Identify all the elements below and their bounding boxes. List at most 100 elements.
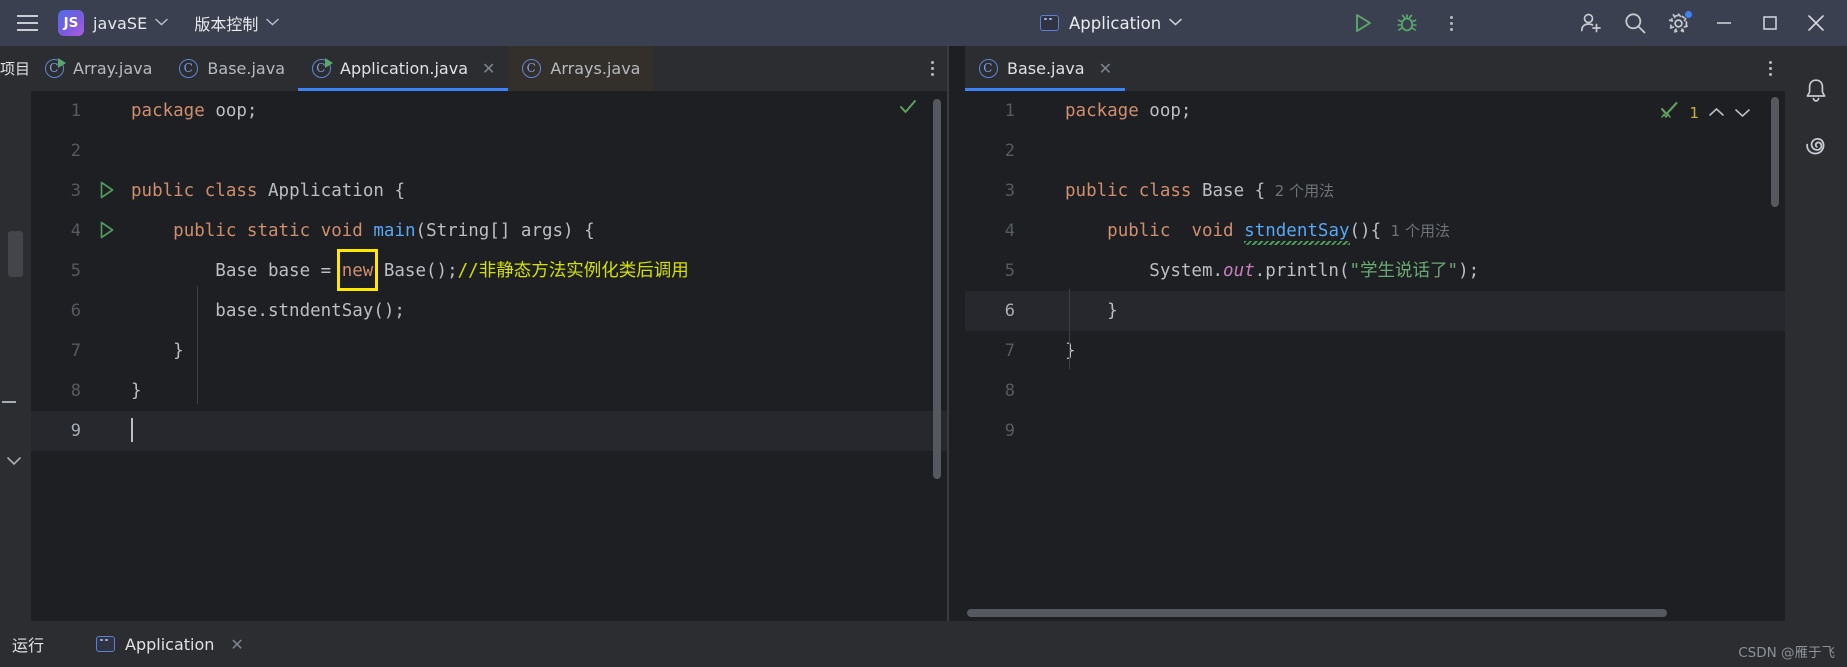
chevron-up-icon[interactable] (1708, 103, 1725, 122)
gutter-cell (91, 171, 125, 211)
maximize-button[interactable] (1747, 0, 1793, 46)
run-configuration-selector[interactable]: Application (1040, 0, 1183, 46)
code-token: main (373, 221, 416, 241)
editor-tab-application-java[interactable]: C Application.java ✕ (298, 46, 509, 91)
line-number: 6 (1004, 301, 1015, 321)
code-token: stndentSay (1244, 221, 1350, 241)
ide-window: JS javaSE 版本控制 Application 项目 C Array.ja… (0, 0, 1847, 667)
project-name-label[interactable]: javaSE (93, 14, 147, 33)
ai-assistant-icon[interactable] (1785, 118, 1847, 174)
line-number: 3 (1004, 181, 1015, 201)
close-icon[interactable]: ✕ (482, 60, 495, 77)
run-button[interactable] (1341, 0, 1385, 46)
rail-chevron-down-icon[interactable] (6, 451, 22, 470)
search-icon[interactable] (1613, 0, 1657, 46)
code-token: public (173, 221, 237, 241)
code-line: 9 (31, 411, 947, 451)
gutter-run-icon[interactable] (100, 221, 114, 239)
code-token: 2 个用法 (1265, 182, 1335, 200)
editor-tab-arrays-java[interactable]: C Arrays.java (508, 46, 654, 91)
vcs-label[interactable]: 版本控制 (194, 11, 258, 35)
code-token: ; (246, 101, 258, 121)
inspection-ok-icon[interactable] (899, 99, 917, 119)
code-token: public (1107, 221, 1171, 241)
more-options-icon[interactable] (1429, 0, 1473, 46)
rail-divider (2, 401, 16, 403)
gutter-cell (1025, 331, 1059, 371)
code-editor-left[interactable]: 1 package oop; 2 3 public class Application … (31, 91, 947, 621)
code-line-text: public class Base { 2 个用法 (1059, 171, 1334, 211)
run-panel-title[interactable]: 运行 (12, 632, 44, 656)
editor-tabs-more-icon[interactable] (917, 46, 947, 91)
inspection-widget: 1 (1660, 101, 1751, 124)
code-line-text: package oop; (1059, 91, 1191, 131)
code-token: static (246, 221, 311, 241)
gutter-cell (1025, 171, 1059, 211)
code-token: System. (1065, 261, 1224, 281)
line-number: 7 (70, 341, 81, 361)
code-line: 5 Base base = new Base();//非静态方法实例化类后调用 (31, 251, 947, 291)
chevron-down-icon[interactable] (1734, 103, 1751, 122)
code-token: public (1065, 181, 1129, 201)
run-marker-icon (58, 58, 66, 68)
project-badge: JS (58, 10, 84, 36)
code-token: class (1138, 181, 1192, 201)
code-line: 8 (965, 371, 1785, 411)
code-line: 3 public class Base { 2 个用法 (965, 171, 1785, 211)
close-icon[interactable]: ✕ (1099, 60, 1112, 77)
check-with-squiggle-icon[interactable] (1660, 101, 1680, 124)
bell-icon[interactable] (1785, 62, 1847, 118)
editor-tab-label: Arrays.java (550, 59, 641, 78)
code-line-text: } (1059, 331, 1076, 371)
main-toolbar: JS javaSE 版本控制 Application (0, 0, 1847, 46)
gutter-cell (91, 211, 125, 251)
code-line-text: System.out.println("学生说话了"); (1059, 251, 1479, 291)
project-chevron-down-icon[interactable] (155, 18, 169, 26)
gutter-cell (91, 291, 125, 331)
code-token: Application (268, 181, 384, 201)
editor-splitter[interactable] (947, 46, 949, 621)
run-config-chevron-down-icon[interactable] (1169, 18, 1183, 26)
settings-gear-icon[interactable] (1657, 0, 1701, 46)
code-token: void (320, 221, 363, 241)
code-line-text: } (125, 371, 142, 411)
gutter-cell (91, 91, 125, 131)
line-number: 4 (70, 221, 81, 241)
editor-tab-label: Base.java (1007, 59, 1085, 78)
bottom-run-panel: 运行 Application ✕ CSDN @雁于飞 (0, 621, 1847, 667)
hamburger-menu-icon[interactable] (10, 0, 44, 46)
editor-tab-base-java[interactable]: C Base.java (165, 46, 298, 91)
editor-left-vscrollbar[interactable] (933, 99, 941, 479)
vcs-chevron-down-icon[interactable] (266, 18, 280, 26)
toolbar-left-group: JS javaSE 版本控制 (0, 0, 280, 46)
minimize-button[interactable] (1701, 0, 1747, 46)
close-icon[interactable]: ✕ (230, 635, 243, 654)
gutter-run-icon[interactable] (100, 181, 114, 199)
editor-right-hscrollbar[interactable] (967, 609, 1667, 617)
editor-right-vscrollbar[interactable] (1771, 97, 1779, 207)
run-panel-tab[interactable]: Application ✕ (96, 635, 244, 654)
line-number: 9 (70, 421, 81, 441)
editor-tab-base-java[interactable]: C Base.java ✕ (965, 46, 1125, 91)
add-user-icon[interactable] (1569, 0, 1613, 46)
code-line-text: Base base = new Base();//非静态方法实例化类后调用 (125, 251, 688, 291)
run-panel-tab-name: Application (125, 634, 215, 654)
line-number: 1 (70, 101, 81, 121)
debug-button[interactable] (1385, 0, 1429, 46)
code-line-text: package oop; (125, 91, 257, 131)
code-editor-right[interactable]: 1 package oop; 2 3 public class Base { 2 个用法… (965, 91, 1785, 621)
sidebar-item-project[interactable]: 项目 (0, 58, 31, 79)
editor-tab-label: Base.java (207, 59, 285, 78)
code-line-text: base.stndentSay(); (125, 291, 405, 331)
gutter-cell (91, 411, 125, 451)
right-tool-rail (1785, 46, 1847, 621)
close-button[interactable] (1793, 0, 1839, 46)
editor-tab-array-java[interactable]: C Array.java (31, 46, 165, 91)
editor-tabs-more-icon[interactable] (1755, 46, 1785, 91)
code-token: 1 个用法 (1381, 222, 1450, 240)
